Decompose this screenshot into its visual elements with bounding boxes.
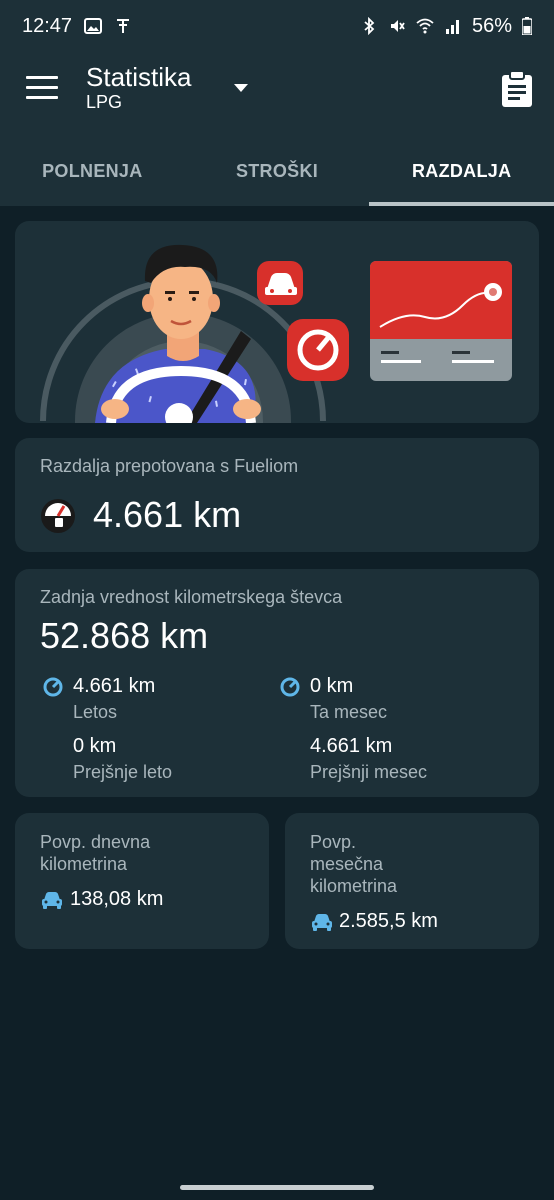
odometer-label: Zadnja vrednost kilometrskega števca — [40, 587, 343, 607]
clipboard-icon[interactable] — [500, 70, 534, 108]
status-bar: 12:47 56% — [0, 0, 554, 52]
stat-this-year-label: Letos — [73, 702, 118, 722]
distance-value: 4.661 km — [93, 494, 242, 535]
avg-monthly-label: Povp. mesečna kilometrina — [310, 832, 398, 896]
driver-illustration — [40, 244, 512, 423]
avg-monthly-value: 2.585,5 km — [339, 910, 438, 932]
avg-daily-value: 138,08 km — [70, 888, 164, 910]
tab-razdalja[interactable]: RAZDALJA — [369, 136, 554, 206]
stat-last-month-label: Prejšnji mesec — [310, 762, 428, 782]
car-icon — [42, 892, 62, 909]
stat-this-month-label: Ta mesec — [310, 702, 388, 722]
distance-card[interactable]: Razdalja prepotovana s Fueliom 4.661 km — [15, 438, 539, 552]
hero-illustration-card — [15, 221, 539, 423]
hamburger-menu-icon[interactable] — [26, 76, 58, 102]
battery-icon — [522, 17, 532, 35]
gesture-nav-handle[interactable] — [180, 1185, 374, 1190]
stat-last-year-label: Prejšnje leto — [73, 762, 173, 782]
distance-label: Razdalja prepotovana s Fueliom — [40, 456, 299, 476]
fuel-gauge-icon — [41, 499, 75, 533]
mute-icon — [390, 20, 405, 32]
speedometer-icon — [280, 677, 300, 697]
car-icon — [312, 914, 332, 931]
app-bar: Statistika LPG — [0, 52, 554, 136]
tab-polnenja[interactable]: POLNENJA — [0, 136, 185, 206]
stat-this-month-value: 0 km — [310, 675, 354, 697]
avg-monthly-card[interactable]: Povp. mesečna kilometrina 2.585,5 km — [285, 813, 539, 949]
tab-stroski[interactable]: STROŠKI — [185, 136, 370, 206]
stat-last-month-value: 4.661 km — [310, 735, 393, 757]
page-title: Statistika — [86, 62, 192, 92]
caret-down-icon[interactable] — [234, 84, 248, 92]
status-time: 12:47 — [22, 14, 73, 37]
odometer-card[interactable]: Zadnja vrednost kilometrskega števca 52.… — [15, 569, 539, 797]
stat-last-year-value: 0 km — [73, 735, 117, 757]
app-notification-icon — [117, 19, 130, 33]
battery-percent: 56% — [471, 14, 512, 37]
vehicle-selector[interactable]: Statistika LPG — [86, 62, 192, 112]
bluetooth-icon — [364, 17, 375, 35]
vehicle-name: LPG — [86, 92, 123, 112]
tab-bar: POLNENJA STROŠKI RAZDALJA — [0, 136, 554, 206]
gallery-icon — [84, 18, 103, 34]
speedometer-icon — [43, 677, 63, 697]
avg-daily-card[interactable]: Povp. dnevna kilometrina 138,08 km — [15, 813, 269, 949]
odometer-value: 52.868 km — [40, 615, 209, 656]
signal-icon — [445, 20, 459, 34]
avg-daily-label: Povp. dnevna kilometrina — [40, 832, 151, 874]
wifi-icon — [416, 18, 434, 34]
stat-this-year-value: 4.661 km — [73, 675, 156, 697]
